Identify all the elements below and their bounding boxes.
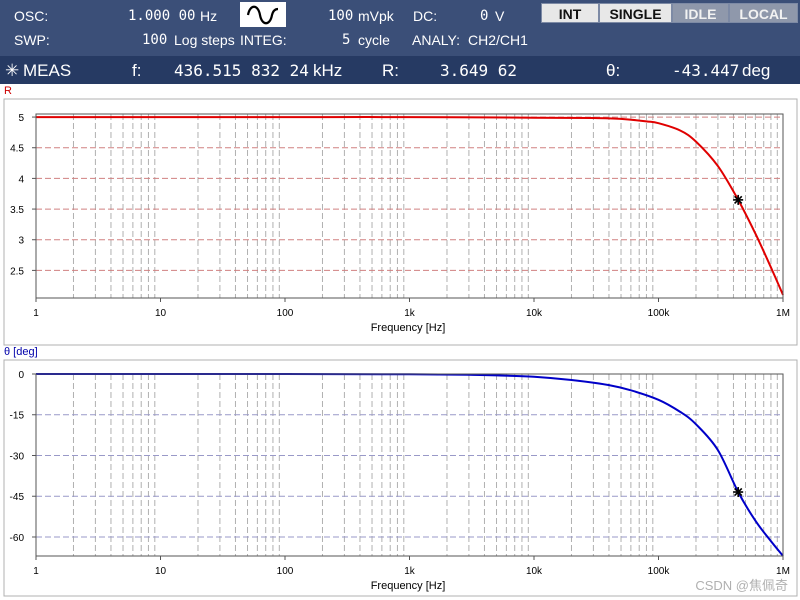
t-x-tick-label: 10k [526,566,543,577]
watermark: CSDN @焦佩奇 [695,578,788,593]
theta-x-axis-label: Frequency [Hz] [371,580,446,592]
asterisk-icon: ✳ [5,61,20,80]
osc-label: OSC: [14,8,49,24]
dc-label: DC: [413,8,438,24]
sweep-unit: Log steps [174,32,235,48]
integ-label: INTEG: [240,32,287,48]
sine-wave-icon [240,2,286,27]
r-value: 3.649 62 [440,61,518,80]
r-x-tick-label: 1k [404,308,416,319]
r-y-tick-label: 4 [18,174,24,185]
t-x-tick-label: 100 [277,566,294,577]
osc-value: 1.000 00 [128,8,196,24]
sweep-value: 100 [142,32,168,48]
theta-plot: 0-15-30-45-60 1 10 100 1k 10k 100k 1M Frequenc… [3,359,798,597]
theta-unit: deg [742,61,771,80]
t-x-tick-label: 1 [33,566,39,577]
r-y-tick-label: 4.5 [10,144,24,155]
frequency-unit: kHz [313,61,343,80]
osc-unit: Hz [200,8,218,24]
amplitude-value: 100 [328,8,354,24]
r-y-tick-label: 3.5 [10,205,24,216]
integ-unit: cycle [358,32,390,48]
int-button[interactable]: INT [541,3,599,23]
r-x-axis-label: Frequency [Hz] [371,322,446,334]
t-y-tick-label: -15 [10,411,25,422]
idle-button[interactable]: IDLE [672,3,729,23]
t-y-tick-label: -45 [10,492,25,503]
r-x-tick-label: 10 [155,308,167,319]
frequency-value: 436.515 832 24 [174,61,309,80]
r-y-tick-label: 5 [18,113,24,124]
t-x-tick-label: 10 [155,566,167,577]
local-button[interactable]: LOCAL [729,3,798,23]
r-label: R: [382,61,399,80]
theta-value: -43.447 [672,61,740,80]
r-x-tick-label: 100k [648,308,671,319]
amplitude-unit: mVpk [358,8,394,24]
analy-label: ANALY: [412,32,460,48]
r-x-tick-label: 1 [33,308,39,319]
dc-unit: V [495,8,505,24]
dc-value: 0 [480,8,489,24]
r-x-tick-label: 100 [277,308,294,319]
r-marker [733,194,744,205]
r-y-tick-label: 3 [18,236,24,247]
sweep-label: SWP: [14,32,50,48]
t-y-tick-label: -60 [10,533,25,544]
status-header: OSC: 1.000 00 Hz 100 mVpk DC: 0 V SWP: 1… [0,0,800,84]
single-button[interactable]: SINGLE [599,3,672,23]
t-x-tick-label: 100k [648,566,671,577]
theta-marker [733,487,744,498]
r-x-tick-label: 1M [776,308,790,319]
theta-label: θ: [606,61,621,80]
t-y-tick-label: 0 [18,370,24,381]
theta-plot-title: θ [deg] [4,346,38,358]
t-y-tick-label: -30 [10,451,25,462]
frequency-label: f: [132,61,142,80]
r-plot-title: R [4,85,12,97]
r-y-tick-label: 2.5 [10,266,24,277]
r-plot: 5 4.5 4 3.5 3 2.5 1 10 100 1k 10k 100k 1M Frequency… [3,98,798,346]
t-x-tick-label: 1k [404,566,416,577]
meas-label: MEAS [23,61,72,80]
analy-value: CH2/CH1 [468,32,528,48]
integ-value: 5 [342,32,351,48]
r-x-tick-label: 10k [526,308,543,319]
